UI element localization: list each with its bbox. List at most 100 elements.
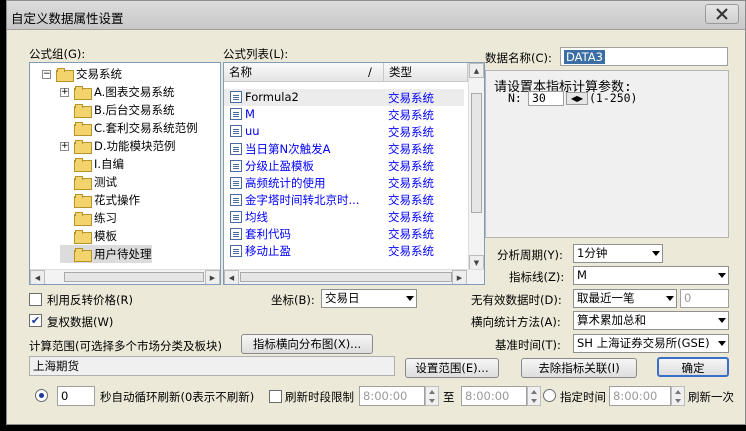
invalid-data-select[interactable]: 取最近一笔 xyxy=(573,289,677,308)
data-name-input[interactable]: DATA3 xyxy=(560,47,728,66)
formula-group-tree[interactable]: − 交易系统 + A.图表交易系统 B.后台交易系统 C.套利交易系统范例 + D.功能模… xyxy=(29,62,221,285)
close-icon xyxy=(716,8,728,20)
to-time-spinner[interactable] xyxy=(527,386,541,406)
auto-refresh-seconds-input[interactable]: 0 xyxy=(57,386,95,406)
time-limit-checkbox[interactable] xyxy=(269,390,282,403)
close-button[interactable] xyxy=(705,4,739,24)
tree-hscrollbar[interactable]: ◀ ▶ xyxy=(30,269,220,284)
folder-icon xyxy=(74,176,92,190)
formula-name: uu xyxy=(230,124,260,138)
data-name-value: DATA3 xyxy=(564,50,605,64)
dialog-window: 自定义数据属性设置 公式组(G): − 交易系统 + A.图表交易系统 B.后台交易… xyxy=(6,0,746,425)
param-spinner[interactable]: ◀▶ xyxy=(566,92,588,105)
formula-type: 交易系统 xyxy=(388,193,434,207)
list-vscrollbar[interactable]: ▲ ▼ xyxy=(468,63,484,270)
to-label: 至 xyxy=(443,390,455,404)
tree-item[interactable]: 模板 xyxy=(60,227,117,245)
coord-label: 坐标(B): xyxy=(271,293,315,307)
base-time-select[interactable]: SH 上海证券交易所(GSE) xyxy=(573,334,729,353)
tree-item-label: 模板 xyxy=(94,229,117,243)
expand-icon[interactable]: + xyxy=(60,87,69,97)
tree-item[interactable]: B.后台交易系统 xyxy=(60,101,175,119)
tree-item[interactable]: I.自编 xyxy=(60,155,124,173)
formula-icon xyxy=(230,160,242,172)
formula-icon xyxy=(230,177,242,189)
list-item[interactable]: 移动止盈 交易系统 xyxy=(224,242,464,259)
tree-item[interactable]: + D.功能模块范例 xyxy=(60,137,176,155)
auto-refresh-radio[interactable] xyxy=(35,389,48,402)
formula-name-text: 高频统计的使用 xyxy=(245,176,326,190)
collapse-icon[interactable]: − xyxy=(42,69,51,79)
tree-item[interactable]: + A.图表交易系统 xyxy=(60,83,174,101)
list-item[interactable]: 金字塔时间转北京时... 交易系统 xyxy=(224,191,464,208)
list-hscrollbar[interactable]: ◀ ▶ xyxy=(224,269,484,284)
tree-item[interactable]: C.套利交易系统范例 xyxy=(60,119,198,137)
tree-root-label: 交易系统 xyxy=(76,67,122,81)
formula-name-text: 分级止盈模板 xyxy=(245,159,314,173)
formula-name: M xyxy=(230,107,255,121)
formula-icon xyxy=(230,125,242,137)
param-value-input[interactable]: 30 xyxy=(528,91,564,106)
ok-button[interactable]: 确定 xyxy=(657,357,729,377)
tree-item[interactable]: 花式操作 xyxy=(60,191,140,209)
formula-icon xyxy=(230,194,242,206)
invalid-data-value: 取最近一笔 xyxy=(577,291,635,305)
formula-name-text: uu xyxy=(245,124,260,138)
folder-icon xyxy=(74,104,92,118)
refresh-once-label: 刷新一次 xyxy=(688,390,734,404)
list-item[interactable]: 均线 交易系统 xyxy=(224,208,464,225)
specify-time-input[interactable]: 8:00:00 xyxy=(609,386,671,406)
reverse-price-checkbox[interactable] xyxy=(29,293,42,306)
formula-name-text: 移动止盈 xyxy=(245,244,291,258)
folder-icon xyxy=(74,194,92,208)
to-time-input[interactable]: 8:00:00 xyxy=(461,386,527,406)
reverse-price-label: 利用反转价格(R) xyxy=(47,293,133,307)
horizontal-stat-value: 算术累加总和 xyxy=(577,313,646,327)
tree-item-label: 练习 xyxy=(94,211,117,225)
list-item[interactable]: M 交易系统 xyxy=(224,106,464,123)
horizontal-stat-select[interactable]: 算术累加总和 xyxy=(573,311,729,330)
column-header-type[interactable]: 类型 xyxy=(384,63,468,82)
tree-item-label: C.套利交易系统范例 xyxy=(94,121,198,135)
from-time-spinner[interactable] xyxy=(425,386,439,406)
remove-link-button[interactable]: 去除指标关联(I) xyxy=(521,358,637,378)
specify-time-radio[interactable] xyxy=(543,389,556,402)
from-time-input[interactable]: 8:00:00 xyxy=(359,386,425,406)
invalid-data-extra-input[interactable]: 0 xyxy=(680,289,729,308)
tree-item[interactable]: 用户待处理 xyxy=(60,245,152,263)
list-item[interactable]: 当日第N次触发A 交易系统 xyxy=(224,140,464,157)
expand-icon[interactable]: + xyxy=(60,141,69,151)
list-item[interactable]: 高频统计的使用 交易系统 xyxy=(224,174,464,191)
tree-item-label: 测试 xyxy=(94,175,117,189)
formula-type: 交易系统 xyxy=(388,125,434,139)
tree-item[interactable]: 练习 xyxy=(60,209,117,227)
tree-root[interactable]: − 交易系统 xyxy=(42,65,122,83)
list-item[interactable]: Formula2 交易系统 xyxy=(224,89,464,106)
data-name-label: 数据名称(C): xyxy=(485,51,552,65)
distribution-chart-button[interactable]: 指标横向分布图(X)... xyxy=(241,334,373,354)
formula-type: 交易系统 xyxy=(388,227,434,241)
formula-type: 交易系统 xyxy=(388,108,434,122)
formula-name: 分级止盈模板 xyxy=(230,158,314,174)
params-panel: 请设置本指标计算参数: N: 30 ◀▶ (1-250) xyxy=(485,70,729,238)
formula-icon xyxy=(230,143,242,155)
chevron-down-icon xyxy=(406,296,414,301)
folder-icon xyxy=(74,140,92,154)
specify-time-spinner[interactable] xyxy=(671,386,685,406)
formula-icon xyxy=(230,245,242,257)
list-item[interactable]: 分级止盈模板 交易系统 xyxy=(224,157,464,174)
restore-rights-label: 复权数据(W) xyxy=(47,315,114,329)
list-item[interactable]: uu 交易系统 xyxy=(224,123,464,140)
list-item[interactable]: 套利代码 交易系统 xyxy=(224,225,464,242)
column-header-name[interactable]: 名称 / xyxy=(224,63,384,82)
period-select[interactable]: 1分钟 xyxy=(573,244,663,263)
formula-name: Formula2 xyxy=(230,90,299,104)
formula-list-label: 公式列表(L): xyxy=(223,47,289,61)
tree-item[interactable]: 测试 xyxy=(60,173,117,191)
indicator-line-select[interactable]: M xyxy=(573,266,729,285)
set-range-button[interactable]: 设置范围(E)... xyxy=(405,358,499,378)
restore-rights-checkbox[interactable]: ✔ xyxy=(29,314,42,327)
coord-select[interactable]: 交易日 xyxy=(321,289,417,308)
formula-list[interactable]: 名称 / 类型 Formula2 交易系统 M 交易系统 uu 交易系统 当日第N次触发A 交… xyxy=(223,62,485,285)
calc-range-value[interactable]: 上海期货 xyxy=(29,356,395,376)
